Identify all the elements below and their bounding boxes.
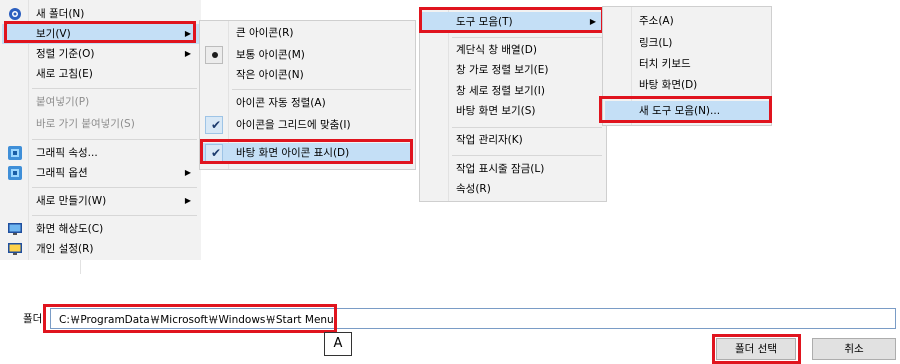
view-submenu: 큰 아이콘(R) 보통 아이콘(M) 작은 아이콘(N) 아이콘 자동 정렬(A… <box>199 20 416 170</box>
menu-separator <box>635 97 767 98</box>
menu-item-new-toolbar[interactable]: 새 도구 모음(N)... <box>605 101 769 121</box>
monitor-icon <box>8 223 22 235</box>
menu-item-side-by-side[interactable]: 창 세로 정렬 보기(I) <box>422 81 604 101</box>
submenu-arrow-icon: ▶ <box>184 168 191 177</box>
graphics-icon <box>8 146 22 160</box>
folder-path-input[interactable]: C:￦ProgramData￦Microsoft￦Windows￦Start M… <box>50 308 896 329</box>
submenu-arrow-icon: ▶ <box>184 196 191 205</box>
menu-item-refresh[interactable]: 새로 고침(E) <box>2 64 199 84</box>
menu-item-large-icons[interactable]: 큰 아이콘(R) <box>202 23 413 43</box>
menu-separator <box>452 155 602 156</box>
menu-separator <box>452 37 602 38</box>
menu-item-toolbars[interactable]: 도구 모음(T) ▶ <box>422 12 604 32</box>
folder-label: 폴더 <box>23 313 43 325</box>
menu-separator <box>232 89 411 90</box>
desktop-context-menu: 새 폴더(N) 보기(V) ▶ 정렬 기준(O) ▶ 새로 고침(E) 붙여넣기… <box>0 0 201 260</box>
menu-item-small-icons[interactable]: 작은 아이콘(N) <box>202 65 413 85</box>
menu-separator <box>32 139 197 140</box>
menu-item-new-folder[interactable]: 새 폴더(N) <box>2 4 199 24</box>
menu-item-stacked[interactable]: 창 가로 정렬 보기(E) <box>422 60 604 80</box>
menu-separator <box>32 215 197 216</box>
submenu-arrow-icon: ▶ <box>184 49 191 58</box>
menu-item-cascade[interactable]: 계단식 창 배열(D) <box>422 40 604 60</box>
submenu-arrow-icon: ▶ <box>589 17 596 26</box>
menu-item-sort-by[interactable]: 정렬 기준(O) ▶ <box>2 44 199 64</box>
menu-item-new[interactable]: 새로 만들기(W) ▶ <box>2 191 199 211</box>
menu-separator <box>232 139 411 140</box>
menu-separator <box>32 88 197 89</box>
menu-item-task-manager[interactable]: 작업 관리자(K) <box>422 130 604 150</box>
submenu-arrow-icon: ▶ <box>184 29 191 38</box>
menu-item-view[interactable]: 보기(V) ▶ <box>2 24 199 44</box>
menu-item-paste: 붙여넣기(P) <box>36 96 90 108</box>
menu-item-desktop[interactable]: 바탕 화면(D) <box>605 75 769 95</box>
menu-item-show-desktop-icons[interactable]: ✔ 바탕 화면 아이콘 표시(D) <box>202 143 413 163</box>
toolbars-submenu: 주소(A) 링크(L) 터치 키보드 바탕 화면(D) 새 도구 모음(N)..… <box>602 6 772 126</box>
taskbar-context-menu: 도구 모음(T) ▶ 계단식 창 배열(D) 창 가로 정렬 보기(E) 창 세… <box>419 8 607 202</box>
radio-bullet-icon <box>212 52 218 58</box>
menu-separator <box>452 127 602 128</box>
new-folder-icon <box>9 8 21 20</box>
menu-item-personalize[interactable]: 개인 설정(R) <box>2 239 199 259</box>
graphics-icon <box>8 166 22 180</box>
menu-item-address[interactable]: 주소(A) <box>605 11 769 31</box>
menu-item-graphics-properties[interactable]: 그래픽 속성... <box>2 143 199 163</box>
menu-item-screen-resolution[interactable]: 화면 해상도(C) <box>2 219 199 239</box>
annotation-label-a: A <box>324 332 352 356</box>
menu-bottom-tick <box>80 260 81 274</box>
checkmark-icon: ✔ <box>210 146 222 160</box>
personalize-icon <box>8 243 22 255</box>
menu-item-paste-shortcut: 바로 가기 붙여넣기(S) <box>36 118 135 130</box>
menu-item-touch-keyboard[interactable]: 터치 키보드 <box>605 54 769 74</box>
menu-item-properties[interactable]: 속성(R) <box>422 179 604 199</box>
menu-item-auto-arrange[interactable]: 아이콘 자동 정렬(A) <box>202 93 413 113</box>
menu-item-graphics-options[interactable]: 그래픽 옵션 ▶ <box>2 163 199 183</box>
menu-item-links[interactable]: 링크(L) <box>605 33 769 53</box>
menu-item-lock-taskbar[interactable]: 작업 표시줄 잠금(L) <box>422 159 604 179</box>
menu-item-medium-icons[interactable]: 보통 아이콘(M) <box>202 45 413 65</box>
cancel-button[interactable]: 취소 <box>812 338 896 360</box>
menu-item-show-desktop[interactable]: 바탕 화면 보기(S) <box>422 101 604 121</box>
menu-item-align-to-grid[interactable]: ✔ 아이콘을 그리드에 맞춤(I) <box>202 115 413 135</box>
select-folder-button[interactable]: 폴더 선택 <box>716 338 796 360</box>
checkmark-icon: ✔ <box>210 118 222 132</box>
folder-path-value: C:￦ProgramData￦Microsoft￦Windows￦Start M… <box>59 314 334 326</box>
menu-separator <box>32 187 197 188</box>
